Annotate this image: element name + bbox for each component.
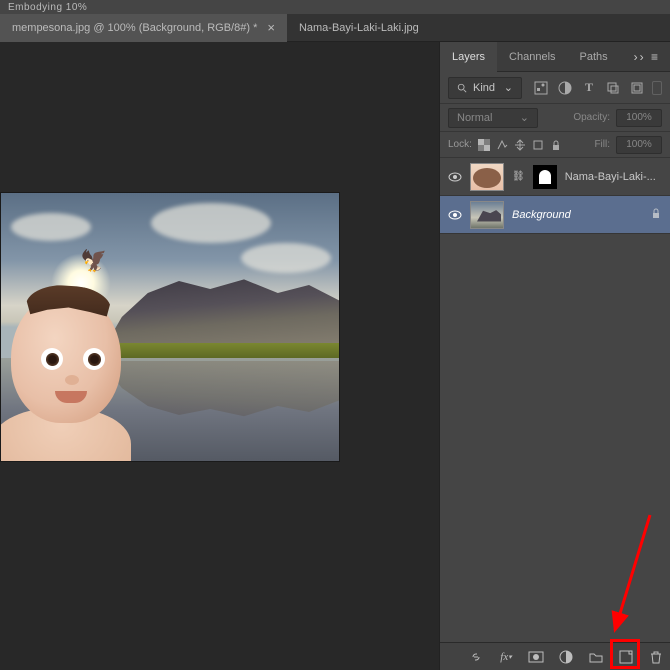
chevron-down-icon: ⌄ bbox=[504, 81, 513, 94]
delete-layer-icon[interactable] bbox=[648, 649, 664, 665]
doc-tab-active[interactable]: mempesona.jpg @ 100% (Background, RGB/8#… bbox=[0, 14, 287, 42]
fill-label: Fill: bbox=[594, 139, 610, 150]
layer-row[interactable]: ⛓ Nama-Bayi-Laki-... bbox=[440, 158, 670, 196]
lock-all-icon[interactable] bbox=[550, 139, 562, 151]
doc-tab-label: mempesona.jpg @ 100% (Background, RGB/8#… bbox=[12, 22, 257, 34]
search-icon bbox=[457, 83, 467, 93]
layer-name[interactable]: Nama-Bayi-Laki-... bbox=[565, 171, 656, 183]
panel-menu-icon[interactable]: ›› ≡ bbox=[624, 50, 670, 64]
options-bar: Embodying 10% bbox=[0, 0, 670, 14]
group-icon[interactable] bbox=[588, 649, 604, 665]
chevron-down-icon: ⌄ bbox=[520, 111, 529, 124]
lock-pixels-icon[interactable] bbox=[496, 139, 508, 151]
new-layer-icon[interactable] bbox=[618, 649, 634, 665]
layer-row[interactable]: Background bbox=[440, 196, 670, 234]
link-layers-icon[interactable] bbox=[468, 649, 484, 665]
canvas-image: 🦅 bbox=[0, 192, 340, 462]
layer-thumbnail[interactable] bbox=[470, 201, 504, 229]
mask-link-icon[interactable]: ⛓ bbox=[512, 171, 525, 182]
opacity-label: Opacity: bbox=[573, 112, 610, 123]
lock-transparent-icon[interactable] bbox=[478, 139, 490, 151]
filter-shape-icon[interactable] bbox=[606, 81, 620, 95]
bird-icon: 🦅 bbox=[79, 246, 110, 276]
adjustment-layer-icon[interactable] bbox=[558, 649, 574, 665]
tab-layers[interactable]: Layers bbox=[440, 42, 497, 72]
visibility-icon[interactable] bbox=[448, 170, 462, 184]
lock-position-icon[interactable] bbox=[514, 139, 526, 151]
blend-mode-dropdown[interactable]: Normal⌄ bbox=[448, 108, 538, 128]
filter-type-icon[interactable]: T bbox=[582, 81, 596, 95]
filter-pixel-icon[interactable] bbox=[534, 81, 548, 95]
doc-tab-label: Nama-Bayi-Laki-Laki.jpg bbox=[299, 22, 419, 34]
tab-channels[interactable]: Channels bbox=[497, 42, 567, 72]
layers-list: ⛓ Nama-Bayi-Laki-... Background bbox=[440, 158, 670, 642]
filter-smart-icon[interactable] bbox=[630, 81, 644, 95]
filter-kind-dropdown[interactable]: Kind ⌄ bbox=[448, 77, 522, 99]
document-tabs: mempesona.jpg @ 100% (Background, RGB/8#… bbox=[0, 14, 670, 42]
opacity-input[interactable]: 100% bbox=[616, 109, 662, 127]
fx-icon[interactable]: fx▾ bbox=[498, 649, 514, 665]
canvas-area[interactable]: 🦅 bbox=[0, 42, 439, 670]
layer-name[interactable]: Background bbox=[512, 209, 571, 221]
tab-paths[interactable]: Paths bbox=[568, 42, 620, 72]
lock-label: Lock: bbox=[448, 139, 472, 150]
layer-mask-thumbnail[interactable] bbox=[533, 165, 557, 189]
add-mask-icon[interactable] bbox=[528, 649, 544, 665]
filter-adjust-icon[interactable] bbox=[558, 81, 572, 95]
layer-thumbnail[interactable] bbox=[470, 163, 504, 191]
doc-tab[interactable]: Nama-Bayi-Laki-Laki.jpg bbox=[287, 14, 431, 42]
fill-input[interactable]: 100% bbox=[616, 136, 662, 154]
filter-toggle-icon[interactable] bbox=[652, 81, 662, 95]
lock-icon bbox=[650, 207, 662, 222]
visibility-icon[interactable] bbox=[448, 208, 462, 222]
layers-panel: Layers Channels Paths ›› ≡ Kind ⌄ T Norm… bbox=[439, 42, 670, 670]
layers-toolbar: fx▾ bbox=[440, 642, 670, 670]
lock-artboard-icon[interactable] bbox=[532, 139, 544, 151]
close-icon[interactable]: × bbox=[267, 20, 275, 35]
